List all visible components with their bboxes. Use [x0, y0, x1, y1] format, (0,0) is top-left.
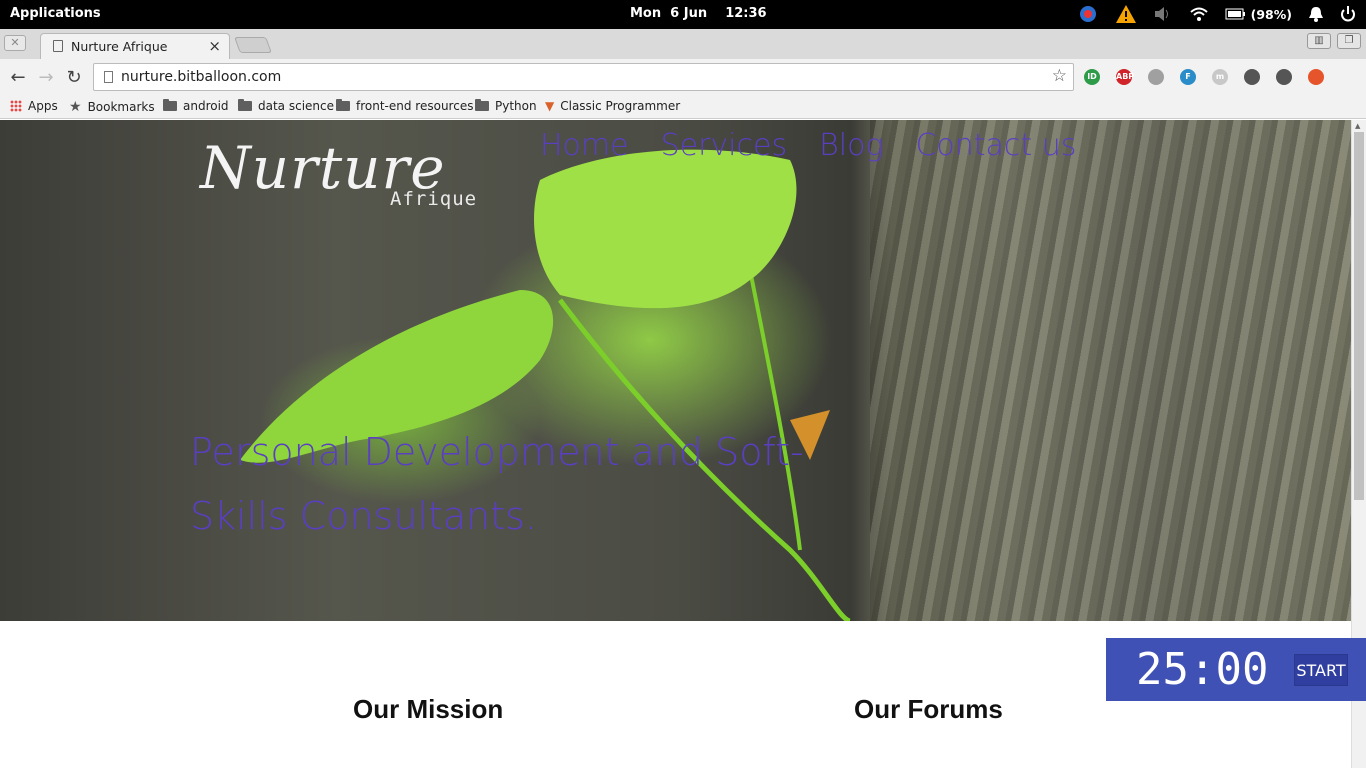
- bookmark-label: Apps: [28, 99, 58, 113]
- notification-bell-icon[interactable]: [1308, 5, 1324, 23]
- bookmark-label: Classic Programmer P: [560, 99, 683, 113]
- page-icon: [104, 71, 113, 83]
- tab-title: Nurture Afrique: [71, 39, 168, 54]
- bookmark-folder-android[interactable]: android: [163, 99, 229, 113]
- browser-app-icon[interactable]: [1077, 4, 1099, 24]
- browser-tab-strip: ✕ Nurture Afrique × ▥ ❐: [0, 29, 1366, 59]
- tab-nurture-afrique[interactable]: Nurture Afrique ×: [40, 33, 230, 59]
- url-text[interactable]: nurture.bitballoon.com: [121, 69, 281, 85]
- window-restore-icon[interactable]: ❐: [1337, 33, 1361, 49]
- wifi-icon[interactable]: [1189, 5, 1209, 23]
- extension-gray-icon[interactable]: [1148, 69, 1164, 85]
- folder-icon: [238, 99, 252, 111]
- folder-icon: [336, 99, 350, 111]
- bookmark-folder-data-science[interactable]: data science: [238, 99, 334, 113]
- feedly-icon[interactable]: F: [1180, 69, 1196, 85]
- applications-menu[interactable]: Applications: [10, 6, 101, 21]
- power-icon[interactable]: [1340, 5, 1356, 23]
- back-arrow-icon[interactable]: ←: [8, 67, 28, 88]
- bookmark-label: android: [183, 99, 229, 113]
- timer-display: 25:00: [1136, 644, 1269, 695]
- clock[interactable]: Mon 6 Jun 12:36: [630, 6, 767, 21]
- nav-services-link[interactable]: Services: [661, 128, 788, 163]
- bookmark-label: front-end resources: [356, 99, 474, 113]
- pomodoro-timer-widget: 25:00 START: [1106, 638, 1366, 701]
- system-tray: (98%): [1077, 3, 1356, 25]
- bookmark-folder-front-end[interactable]: front-end resources: [336, 99, 473, 113]
- section-heading-forums: Our Forums: [854, 694, 1003, 724]
- star-icon: ★: [69, 99, 82, 115]
- scroll-up-arrow-icon[interactable]: ▲: [1355, 122, 1360, 130]
- site-icon: ▼: [545, 99, 555, 113]
- section-heading-mission: Our Mission: [353, 694, 504, 724]
- volume-icon[interactable]: [1153, 5, 1173, 23]
- nav-blog-link[interactable]: Blog: [819, 128, 883, 163]
- bookmark-bookmarks[interactable]: ★ Bookmarks: [69, 99, 155, 115]
- page-favicon-icon: [53, 40, 63, 52]
- main-navigation: Home Services Blog Contact us: [540, 128, 1076, 163]
- hero-banner: Nurture Afrique Home Services Blog Conta…: [0, 120, 1351, 621]
- mail-icon[interactable]: [1276, 69, 1292, 85]
- id-extension-icon[interactable]: ID: [1084, 69, 1100, 85]
- nav-home-link[interactable]: Home: [540, 128, 629, 163]
- bookmark-label: Python: [495, 99, 537, 113]
- nav-contact-link[interactable]: Contact us: [915, 128, 1076, 163]
- reload-icon[interactable]: ↻: [64, 67, 84, 88]
- new-tab-button[interactable]: [234, 37, 272, 53]
- battery-indicator[interactable]: (98%): [1225, 7, 1292, 22]
- warning-icon[interactable]: [1115, 4, 1137, 24]
- bookmark-folder-python[interactable]: Python: [475, 99, 537, 113]
- timer-start-button[interactable]: START: [1294, 654, 1348, 686]
- hero-tagline: Personal Development and Soft-Skills Con…: [190, 430, 804, 538]
- mercury-icon[interactable]: m: [1212, 69, 1228, 85]
- scrollbar-thumb[interactable]: [1354, 132, 1364, 500]
- bookmark-star-icon[interactable]: ☆: [1052, 66, 1067, 86]
- adblock-plus-icon[interactable]: ABP: [1116, 69, 1134, 85]
- browser-toolbar: ← → ↻ nurture.bitballoon.com ☆ ID ABP Fm: [0, 59, 1366, 95]
- bookmarks-bar: Apps ★ Bookmarks android data science fr…: [0, 95, 1366, 119]
- battery-icon: [1225, 8, 1245, 20]
- window-close-icon[interactable]: ✕: [4, 35, 26, 51]
- profile-icon[interactable]: ▥: [1307, 33, 1331, 49]
- tab-close-icon[interactable]: ×: [208, 37, 221, 55]
- bookmark-apps[interactable]: Apps: [10, 99, 58, 113]
- bookmark-label: data science: [258, 99, 334, 113]
- bookmark-label: Bookmarks: [87, 100, 155, 114]
- forward-arrow-icon[interactable]: →: [36, 67, 56, 88]
- bookmark-classic-programmer[interactable]: ▼ Classic Programmer P: [545, 99, 683, 113]
- site-logo-subtitle: Afrique: [390, 188, 478, 210]
- office-icon[interactable]: [1308, 69, 1324, 85]
- folder-icon: [475, 99, 489, 111]
- battery-percent: (98%): [1250, 6, 1292, 22]
- address-bar[interactable]: nurture.bitballoon.com ☆: [93, 63, 1074, 91]
- folder-icon: [163, 99, 177, 111]
- evernote-icon[interactable]: [1244, 69, 1260, 85]
- apps-grid-icon: [10, 100, 22, 112]
- system-top-panel: Applications Mon 6 Jun 12:36 (98%): [0, 0, 1366, 29]
